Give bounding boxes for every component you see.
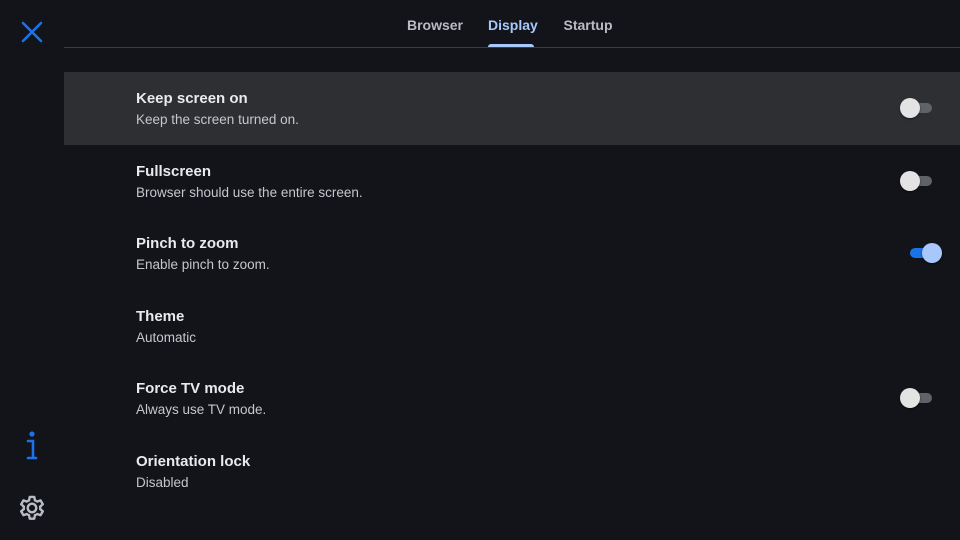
setting-title: Pinch to zoom [136,235,239,253]
toggle-thumb [900,98,920,118]
close-button[interactable] [16,16,48,48]
settings-list: Keep screen on Keep the screen turned on… [64,72,960,508]
setting-title: Force TV mode [136,380,245,398]
info-button[interactable] [16,428,48,464]
toggle-thumb [922,243,942,264]
setting-subtitle: Disabled [136,474,189,490]
toggle-thumb [900,388,920,409]
tab-label: Browser [406,17,464,33]
active-tab-indicator [488,44,534,47]
setting-subtitle: Keep the screen turned on. [136,112,299,127]
info-icon [26,431,38,460]
setting-force-tv-mode[interactable]: Force TV mode Always use TV mode. [64,362,960,435]
keep-screen-on-toggle[interactable] [900,98,936,118]
force-tv-mode-toggle[interactable] [900,388,936,409]
setting-orientation-lock[interactable]: Orientation lock Disabled [64,435,960,508]
setting-subtitle: Enable pinch to zoom. [136,257,270,273]
tab-label: Display [488,17,538,33]
settings-button[interactable] [14,490,50,526]
toggle-thumb [900,170,920,191]
setting-title: Theme [136,307,185,325]
setting-subtitle: Browser should use the entire screen. [136,184,363,200]
close-icon [21,21,43,43]
tab-bar: Browser Display Startup [64,0,960,48]
fullscreen-toggle[interactable] [900,170,936,191]
setting-title: Keep screen on [136,90,248,107]
tab-display[interactable]: Display [488,0,538,47]
setting-theme[interactable]: Theme Automatic [64,290,960,363]
setting-fullscreen[interactable]: Fullscreen Browser should use the entire… [64,145,960,218]
tab-label: Startup [563,17,613,33]
setting-subtitle: Always use TV mode. [136,402,267,418]
settings-screen: Browser Display Startup Keep screen on K… [0,0,960,540]
setting-keep-screen-on[interactable]: Keep screen on Keep the screen turned on… [64,72,960,145]
tab-browser[interactable]: Browser [404,0,466,47]
gear-icon [20,495,44,520]
setting-title: Fullscreen [136,162,212,180]
setting-subtitle: Automatic [136,329,197,345]
tab-startup[interactable]: Startup [560,0,616,47]
left-rail [0,0,64,540]
setting-title: Orientation lock [136,452,251,470]
pinch-to-zoom-toggle[interactable] [906,243,942,264]
setting-pinch-to-zoom[interactable]: Pinch to zoom Enable pinch to zoom. [64,217,960,290]
